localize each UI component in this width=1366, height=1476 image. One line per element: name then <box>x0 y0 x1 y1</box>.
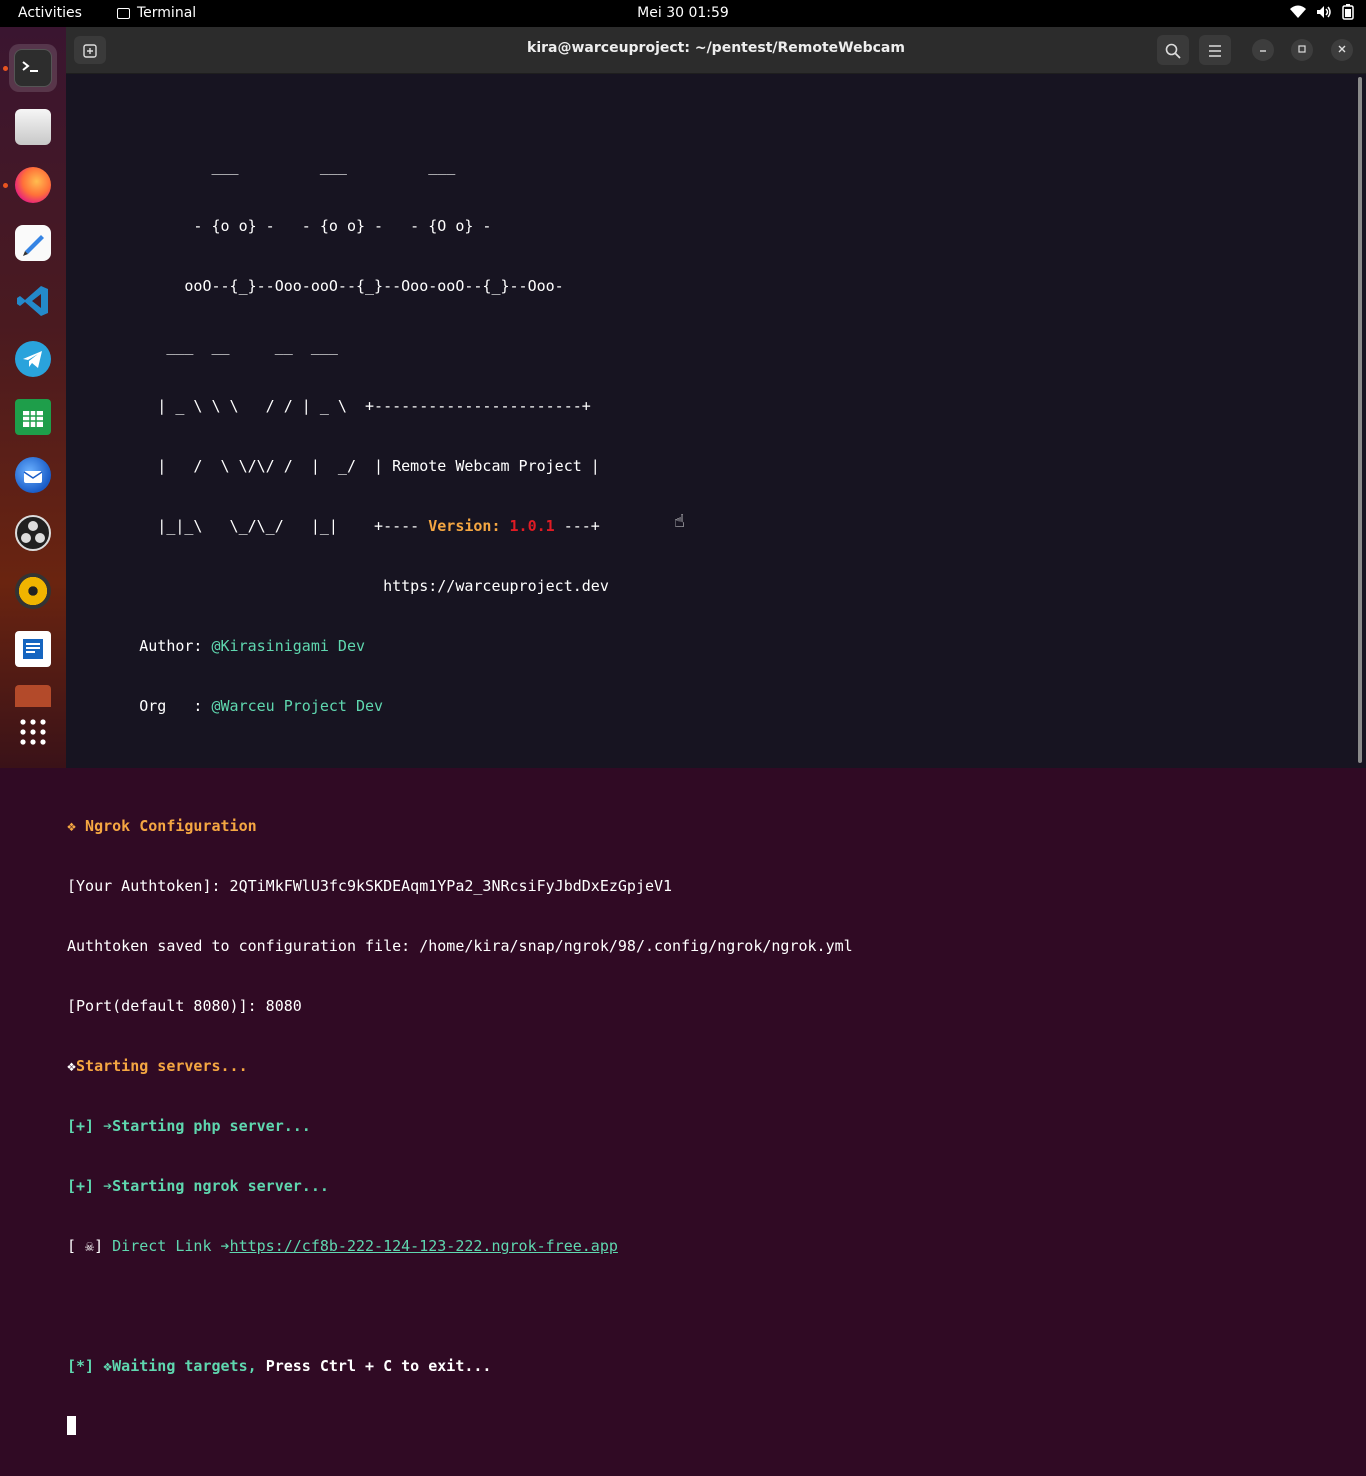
menu-button[interactable] <box>1199 35 1231 65</box>
org-line: Org : @Warceu Project Dev <box>67 697 384 715</box>
direct-link-url[interactable]: https://cf8b-222-124-123-222.ngrok-free.… <box>230 1237 618 1255</box>
top-bar: Activities Terminal Mei 30 01:59 <box>0 0 1366 27</box>
new-tab-button[interactable] <box>74 36 106 64</box>
port-line: [Port(default 8080)]: 8080 <box>67 997 302 1015</box>
header-bar: kira@warceuproject: ~/pentest/RemoteWebc… <box>66 27 1366 74</box>
clock[interactable]: Mei 30 01:59 <box>0 5 1366 21</box>
app-menu-label: Terminal <box>137 5 197 21</box>
files-icon[interactable] <box>9 103 57 151</box>
org-value: @Warceu Project Dev <box>211 697 384 715</box>
vscode-icon[interactable] <box>9 277 57 325</box>
firefox-icon[interactable] <box>9 161 57 209</box>
terminal-small-icon <box>117 7 130 19</box>
terminal-window: kira@warceuproject: ~/pentest/RemoteWebc… <box>66 27 1366 1435</box>
version-label: Version: <box>428 517 501 535</box>
starting-servers-line: ❖Starting servers... <box>67 1057 248 1075</box>
app-menu[interactable]: Terminal <box>117 5 196 21</box>
obs-icon[interactable] <box>9 509 57 557</box>
banner-art-line: | _ \ \ \ / / | _ \ +-------------------… <box>67 397 591 415</box>
spreadsheet-icon[interactable] <box>9 393 57 441</box>
prompt-line[interactable] <box>67 1416 853 1436</box>
ngrok-server-line: [+] ➔Starting ngrok server... <box>67 1177 329 1195</box>
running-indicator <box>3 66 8 71</box>
app-grid-icon[interactable] <box>9 708 57 756</box>
battery-icon <box>1342 4 1354 24</box>
terminal-icon[interactable] <box>9 44 57 92</box>
waiting-line: [*] ❖Waiting targets, Press Ctrl + C to … <box>67 1357 492 1375</box>
system-tray[interactable] <box>1290 4 1354 24</box>
author-line: Author: @Kirasinigami Dev <box>67 637 366 655</box>
minimize-button[interactable] <box>1252 39 1274 61</box>
authtoken-saved-line: Authtoken saved to configuration file: /… <box>67 937 853 955</box>
scrollbar[interactable] <box>1358 77 1362 763</box>
text-editor-icon[interactable] <box>9 219 57 267</box>
search-button[interactable] <box>1157 35 1189 65</box>
running-indicator <box>3 183 8 188</box>
banner-art-line: | / \ \/\/ / | _/ | Remote Webcam Projec… <box>67 457 600 475</box>
banner-version-line: |_|_\ \_/\_/ |_| +---- Version: 1.0.1 --… <box>67 517 600 535</box>
authtoken-line: [Your Authtoken]: 2QTiMkFWlU3fc9kSKDEAqm… <box>67 877 673 895</box>
banner-art-line: ooO--{_}--Ooo-ooO--{_}--Ooo-ooO--{_}--Oo… <box>67 277 564 295</box>
hand-pointer-icon: ☝ <box>674 511 685 532</box>
version-value: 1.0.1 <box>509 517 555 535</box>
terminal-output[interactable]: ___ ___ ___ - {o o} - - {o o} - - {O o} … <box>67 116 853 1476</box>
minimize-icon <box>1258 43 1268 57</box>
ngrok-config-header: ❖ Ngrok Configuration <box>67 817 257 835</box>
thunderbird-icon[interactable] <box>9 451 57 499</box>
banner-art-line: - {o o} - - {o o} - - {O o} - <box>67 217 492 235</box>
hamburger-menu-icon <box>1208 41 1222 59</box>
close-button[interactable] <box>1331 39 1353 61</box>
dock <box>0 27 66 768</box>
text-cursor <box>67 1416 76 1435</box>
wifi-icon <box>1290 5 1306 23</box>
telegram-icon[interactable] <box>9 335 57 383</box>
rhythmbox-icon[interactable] <box>9 567 57 615</box>
writer-icon[interactable] <box>9 625 57 673</box>
author-value: @Kirasinigami Dev <box>211 637 366 655</box>
banner-url: https://warceuproject.dev <box>67 577 609 595</box>
activities-button[interactable]: Activities <box>18 5 82 21</box>
maximize-icon <box>1297 43 1307 57</box>
volume-icon <box>1316 5 1332 23</box>
new-tab-icon <box>83 40 97 59</box>
banner-art-line: ___ __ __ ___ <box>67 337 338 355</box>
search-icon <box>1165 41 1181 59</box>
close-icon <box>1337 43 1347 57</box>
banner-art-line: ___ ___ ___ <box>67 157 456 175</box>
maximize-button[interactable] <box>1291 39 1313 61</box>
direct-link-line: [ ☠] Direct Link ➔https://cf8b-222-124-1… <box>67 1237 618 1255</box>
php-server-line: [+] ➔Starting php server... <box>67 1117 311 1135</box>
toolbox-icon[interactable] <box>9 675 57 707</box>
